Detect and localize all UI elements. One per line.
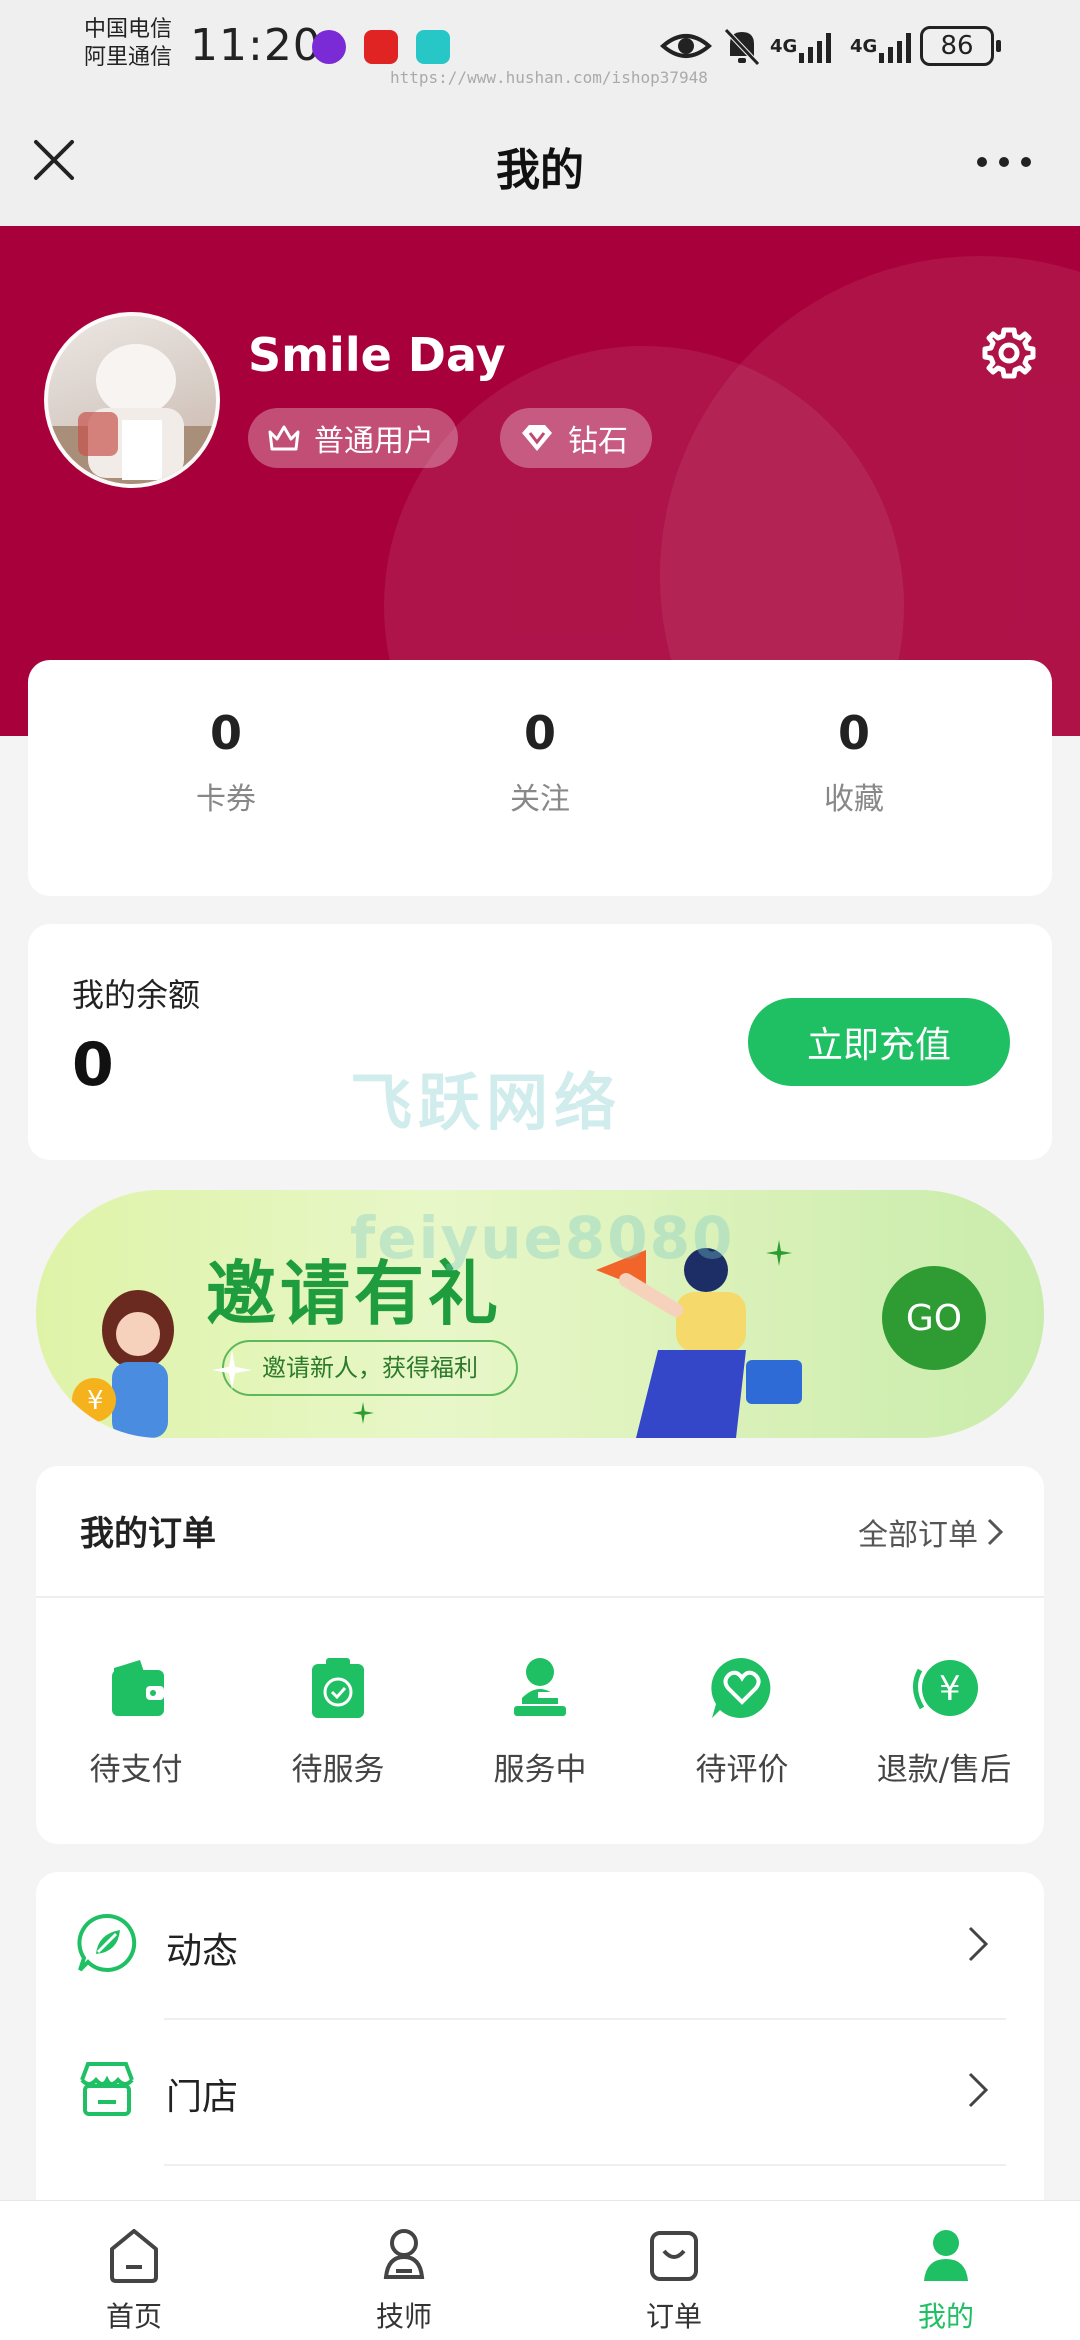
app-notification-icon <box>416 30 450 64</box>
go-button[interactable]: GO <box>882 1266 986 1370</box>
battery-indicator: 86 <box>920 26 1001 66</box>
carrier-info: 中国电信 阿里通信 <box>84 16 172 72</box>
stat-coupons[interactable]: 0 卡券 <box>126 706 326 818</box>
order-bag-icon <box>650 2231 698 2281</box>
order-label: 退款/售后 <box>876 1752 1012 1788</box>
tab-label: 我的 <box>917 2300 974 2333</box>
orders-title: 我的订单 <box>80 1514 216 1554</box>
order-refund-aftersale[interactable]: ¥ 退款/售后 <box>844 1652 1044 1789</box>
menu-item-store[interactable]: 门店 <box>36 2018 1044 2164</box>
watermark-url: https://www.hushan.com/ishop37948 <box>390 68 708 87</box>
menu-item-moments[interactable]: 动态 <box>36 1872 1044 2018</box>
divider <box>36 1596 1044 1598</box>
recharge-button[interactable]: 立即充值 <box>748 998 1010 1086</box>
diamond-icon <box>522 425 552 451</box>
tab-technician[interactable]: 技师 <box>334 2225 474 2335</box>
chevron-right-icon <box>968 2072 989 2108</box>
order-label: 服务中 <box>493 1752 587 1788</box>
compass-leaf-icon <box>77 1913 137 1972</box>
invite-subtitle: 邀请新人，获得福利 <box>222 1340 518 1396</box>
chevron-right-icon <box>987 1518 1004 1546</box>
crown-icon <box>268 425 300 451</box>
store-icon <box>80 2062 134 2116</box>
all-orders-link[interactable]: 全部订单 <box>858 1510 1004 1554</box>
status-time: 11:20 <box>190 20 322 71</box>
tab-label: 首页 <box>105 2300 162 2333</box>
stats-card: 0 卡券 0 关注 0 收藏 <box>28 660 1052 896</box>
stat-value: 0 <box>523 706 556 760</box>
app-notification-icon <box>364 30 398 64</box>
sparkle-icon <box>212 1350 252 1390</box>
signal-1: 4G <box>770 24 840 68</box>
watermark-text: 飞跃网络 <box>350 1066 623 1139</box>
tab-profile[interactable]: 我的 <box>876 2225 1016 2335</box>
watermark-text: feiyue8080 <box>350 1204 735 1272</box>
heart-chat-icon <box>711 1657 771 1718</box>
order-pending-review[interactable]: 待评价 <box>642 1652 842 1789</box>
mute-bell-icon <box>724 28 760 66</box>
carrier-1: 中国电信 <box>84 17 173 42</box>
level-label: 钻石 <box>568 424 628 459</box>
clipboard-check-icon <box>312 1658 364 1718</box>
menu-label: 动态 <box>166 1931 239 1972</box>
all-orders-label: 全部订单 <box>858 1518 978 1553</box>
signal-icon <box>799 33 832 63</box>
order-pending-service[interactable]: 待服务 <box>238 1652 438 1789</box>
stat-favorites[interactable]: 0 收藏 <box>754 706 954 818</box>
tab-orders[interactable]: 订单 <box>604 2225 744 2335</box>
tab-label: 技师 <box>375 2300 432 2333</box>
tab-bar: 首页 技师 订单 我的 <box>0 2200 1080 2340</box>
balance-label: 我的余额 <box>72 976 201 1014</box>
stat-label: 关注 <box>510 782 570 817</box>
order-label: 待支付 <box>89 1752 183 1788</box>
sparkle-icon <box>766 1240 792 1266</box>
order-in-service[interactable]: 服务中 <box>440 1652 640 1789</box>
order-pending-payment[interactable]: 待支付 <box>36 1652 236 1789</box>
balance-value: 0 <box>72 1030 114 1100</box>
signal-icon <box>879 33 912 63</box>
svg-text:¥: ¥ <box>87 1386 104 1416</box>
chevron-right-icon <box>968 1926 989 1962</box>
user-type-label: 普通用户 <box>314 424 434 459</box>
girl-illustration: ¥ <box>72 1290 174 1438</box>
carrier-2: 阿里通信 <box>84 45 173 70</box>
tab-label: 订单 <box>645 2300 702 2333</box>
menu-label: 门店 <box>166 2077 239 2118</box>
page-title: 我的 <box>496 145 584 196</box>
stat-label: 卡券 <box>196 782 256 817</box>
technician-icon <box>383 2229 425 2279</box>
profile-icon <box>924 2230 968 2281</box>
user-type-badge: 普通用户 <box>248 408 458 468</box>
settings-gear-icon[interactable] <box>980 324 1038 382</box>
network-1: 4G <box>770 35 798 57</box>
tab-home[interactable]: 首页 <box>64 2225 204 2335</box>
order-label: 待评价 <box>695 1752 789 1788</box>
username: Smile Day <box>248 328 506 382</box>
level-badge: 钻石 <box>500 408 652 468</box>
avatar-image <box>48 344 216 484</box>
avatar[interactable] <box>44 312 220 488</box>
sparkle-icon <box>352 1402 374 1424</box>
home-icon <box>110 2229 158 2283</box>
signal-2: 4G <box>850 24 920 68</box>
wallet-icon <box>112 1660 164 1716</box>
person-stamp-icon <box>514 1658 566 1716</box>
divider <box>164 2164 1006 2166</box>
svg-text:¥: ¥ <box>939 1669 961 1709</box>
orders-card: 我的订单 全部订单 待支付 待服务 服务中 待评价 ¥ 退款/售后 <box>36 1466 1044 1844</box>
network-2: 4G <box>850 35 878 57</box>
more-options-icon[interactable] <box>976 156 1032 168</box>
stat-label: 收藏 <box>824 782 884 817</box>
app-notification-icon <box>312 30 346 64</box>
stat-value: 0 <box>837 706 870 760</box>
stat-value: 0 <box>209 706 242 760</box>
order-label: 待服务 <box>291 1752 385 1788</box>
yuan-refund-icon: ¥ <box>913 1660 978 1716</box>
nav-bar: 我的 <box>0 100 1080 226</box>
menu-card: 动态 门店 <box>36 1872 1044 2232</box>
stat-follows[interactable]: 0 关注 <box>440 706 640 818</box>
eye-icon <box>660 34 712 58</box>
status-bar: 中国电信 阿里通信 11:20 https://www.hushan.com/i… <box>0 0 1080 100</box>
